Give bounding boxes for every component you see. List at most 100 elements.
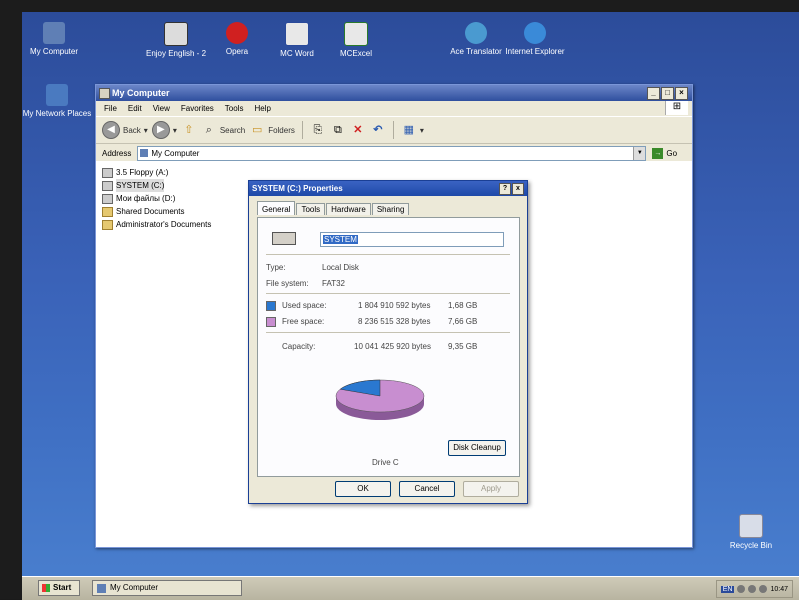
tab-hardware[interactable]: Hardware xyxy=(326,203,371,215)
taskbar: Start My Computer EN 10:47 xyxy=(22,576,799,600)
tree-item-floppy[interactable]: 3.5 Floppy (A:) xyxy=(100,166,211,179)
copy-to-button[interactable]: ⧉ xyxy=(330,122,346,138)
drive-icon xyxy=(272,232,296,245)
menu-help[interactable]: Help xyxy=(254,104,270,113)
desktop: My Computer Enjoy English - 2 Opera MC W… xyxy=(22,12,799,599)
tree-item-drive-d[interactable]: Мои файлы (D:) xyxy=(100,192,211,205)
window-title: My Computer xyxy=(112,88,170,98)
minimize-button[interactable]: _ xyxy=(647,87,660,100)
search-icon: ⌕ xyxy=(205,124,212,136)
desktop-icon-my-network-places[interactable]: My Network Places xyxy=(22,84,92,118)
folder-icon xyxy=(102,206,113,217)
up-folder-button[interactable]: ⇧ xyxy=(181,122,197,138)
toolbar-separator xyxy=(301,121,303,139)
properties-dialog: SYSTEM (C:) Properties ? x General Tools… xyxy=(248,180,528,504)
desktop-icon-internet-explorer[interactable]: Internet Explorer xyxy=(500,22,570,56)
start-button[interactable]: Start xyxy=(38,580,80,596)
free-space-gb: 7,66 GB xyxy=(448,317,478,326)
tab-general[interactable]: General xyxy=(257,201,296,215)
taskbar-button-my-computer[interactable]: My Computer xyxy=(92,580,242,596)
disk-cleanup-button[interactable]: Disk Cleanup xyxy=(448,440,506,456)
forward-button[interactable]: ▶ ▾ xyxy=(151,121,177,139)
desktop-icon-my-computer[interactable]: My Computer xyxy=(22,22,89,56)
free-space-bytes: 8 236 515 328 bytes xyxy=(358,317,431,326)
cancel-button[interactable]: Cancel xyxy=(399,481,455,497)
file-system-value: FAT32 xyxy=(322,279,345,288)
forward-arrow-icon: ▶ xyxy=(151,121,170,139)
views-icon: ▦ xyxy=(403,124,415,136)
delete-button[interactable]: ✕ xyxy=(350,122,366,138)
computer-icon xyxy=(140,149,149,157)
type-label: Type: xyxy=(266,263,286,272)
folder-icon xyxy=(102,219,113,230)
computer-icon xyxy=(97,583,106,593)
used-space-bytes: 1 804 910 592 bytes xyxy=(358,301,431,310)
volume-name-value: SYSTEM xyxy=(323,235,358,244)
drive-label: Drive C xyxy=(372,458,399,467)
menu-view[interactable]: View xyxy=(153,104,170,113)
tree-item-admin-documents[interactable]: Administrator's Documents xyxy=(100,218,211,231)
desktop-icon-mcexcel[interactable]: MCExcel xyxy=(321,22,391,58)
tree-item-system-c[interactable]: SYSTEM (C:) xyxy=(100,179,211,192)
app-icon xyxy=(164,22,188,46)
system-tray: EN 10:47 xyxy=(715,580,793,598)
volume-name-input[interactable]: SYSTEM xyxy=(320,232,504,247)
free-space-label: Free space: xyxy=(282,317,325,326)
network-status-icon[interactable] xyxy=(759,585,768,593)
computer-icon xyxy=(99,88,110,99)
dialog-titlebar[interactable]: SYSTEM (C:) Properties ? x xyxy=(249,181,527,196)
translator-icon xyxy=(465,22,487,44)
capacity-gb: 9,35 GB xyxy=(448,342,478,351)
address-field[interactable]: My Computer ▼ xyxy=(137,145,647,161)
desktop-icon-recycle-bin[interactable]: Recycle Bin xyxy=(716,514,786,550)
menu-tools[interactable]: Tools xyxy=(225,104,244,113)
dialog-close-button[interactable]: x xyxy=(512,183,524,195)
menu-edit[interactable]: Edit xyxy=(128,104,142,113)
chevron-down-icon: ▾ xyxy=(419,125,424,135)
explorer-titlebar[interactable]: My Computer _ □ × xyxy=(96,85,692,101)
go-button[interactable]: → Go xyxy=(652,147,677,159)
tab-strip: General Tools Hardware Sharing xyxy=(257,201,410,215)
toolbar-separator xyxy=(392,121,394,139)
go-arrow-icon: → xyxy=(652,147,664,159)
dialog-title: SYSTEM (C:) Properties xyxy=(252,184,343,193)
maximize-button[interactable]: □ xyxy=(661,87,674,100)
language-indicator[interactable]: EN xyxy=(720,585,735,593)
dialog-footer: OK Cancel Apply xyxy=(249,481,527,497)
volume-icon[interactable] xyxy=(748,585,757,593)
search-button[interactable]: ⌕ Search xyxy=(201,122,245,138)
recycle-bin-icon xyxy=(739,514,763,538)
computer-icon xyxy=(43,22,65,44)
back-button[interactable]: ◀ Back ▾ xyxy=(102,121,148,139)
windows-logo-icon xyxy=(42,584,50,592)
windows-logo-icon: ⊞ xyxy=(665,101,688,115)
apply-button[interactable]: Apply xyxy=(463,481,519,497)
used-space-gb: 1,68 GB xyxy=(448,301,478,310)
divider xyxy=(266,332,510,333)
type-value: Local Disk xyxy=(322,263,359,272)
opera-icon xyxy=(226,22,248,44)
close-button[interactable]: × xyxy=(675,87,688,100)
tray-icon[interactable] xyxy=(737,585,746,593)
general-tab-panel: SYSTEM Type: Local Disk File system: FAT… xyxy=(257,217,520,477)
ok-button[interactable]: OK xyxy=(335,481,391,497)
file-system-label: File system: xyxy=(266,279,309,288)
help-button[interactable]: ? xyxy=(499,183,511,195)
menu-favorites[interactable]: Favorites xyxy=(181,104,214,113)
views-button[interactable]: ▦ ▾ xyxy=(401,122,424,138)
tree-item-shared-documents[interactable]: Shared Documents xyxy=(100,205,211,218)
used-space-label: Used space: xyxy=(282,301,327,310)
tab-tools[interactable]: Tools xyxy=(296,203,326,215)
tab-sharing[interactable]: Sharing xyxy=(371,203,410,215)
capacity-label: Capacity: xyxy=(282,342,316,351)
move-to-button[interactable]: ⎘ xyxy=(310,122,326,138)
toolbar: ◀ Back ▾ ▶ ▾ ⇧ ⌕ Search ▭ Folders ⎘ ⧉ ✕ … xyxy=(96,117,692,144)
undo-button[interactable]: ↶ xyxy=(370,122,386,138)
folders-button[interactable]: ▭ Folders xyxy=(249,122,295,138)
address-dropdown-button[interactable]: ▼ xyxy=(633,146,646,160)
desktop-icon-enjoy-english[interactable]: Enjoy English - 2 xyxy=(141,22,211,58)
menu-file[interactable]: File xyxy=(104,104,117,113)
divider xyxy=(266,293,510,294)
menu-bar: File Edit View Favorites Tools Help ⊞ xyxy=(96,101,692,117)
capacity-bytes: 10 041 425 920 bytes xyxy=(354,342,431,351)
